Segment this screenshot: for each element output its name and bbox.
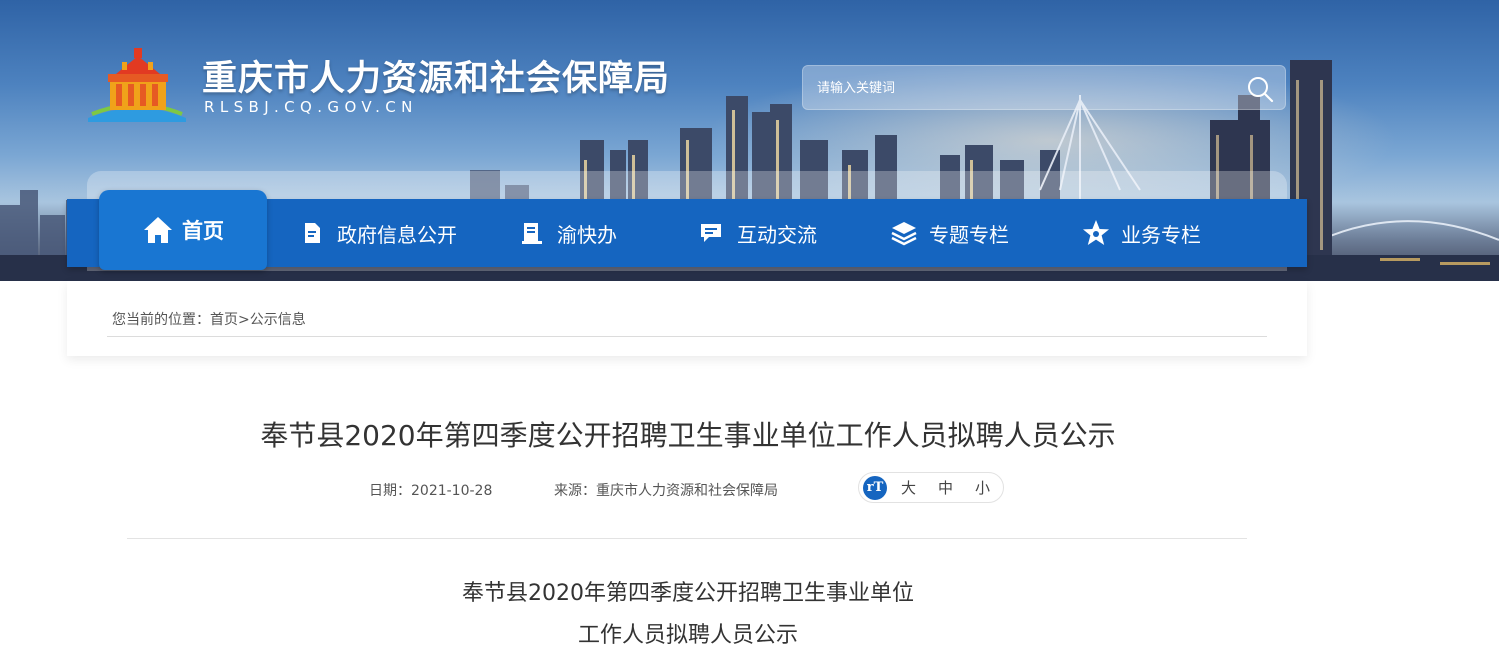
- nav-item-gov-info[interactable]: 政府信息公开: [297, 199, 457, 267]
- breadcrumb-current[interactable]: 公示信息: [250, 312, 306, 328]
- chat-icon: [697, 218, 727, 248]
- nav-item-label: 专题专栏: [929, 222, 1009, 247]
- site-domain: RLSBJ.CQ.GOV.CN: [204, 98, 418, 116]
- book-icon: [517, 218, 547, 248]
- breadcrumb-separator: >: [238, 312, 250, 328]
- date-label: 日期：: [369, 483, 411, 499]
- star-icon: [1081, 218, 1111, 248]
- body-title-line2: 工作人员拟聘人员公示: [577, 623, 798, 648]
- nav-item-label: 互动交流: [737, 222, 817, 247]
- font-size-medium[interactable]: 中: [938, 477, 953, 498]
- font-size-small[interactable]: 小: [975, 477, 990, 498]
- breadcrumb: 您当前的位置：首页>公示信息: [112, 309, 306, 329]
- font-size-switcher: rT 大 中 小: [858, 472, 1004, 503]
- layers-icon: [889, 218, 919, 248]
- article-source: 来源：重庆市人力资源和社会保障局: [554, 480, 778, 500]
- search-input[interactable]: [817, 66, 1227, 111]
- source-value: 重庆市人力资源和社会保障局: [596, 483, 778, 499]
- nav-item-label: 业务专栏: [1121, 222, 1201, 247]
- nav-item-yukuaiban[interactable]: 渝快办: [517, 199, 617, 267]
- search-icon[interactable]: [1245, 74, 1275, 104]
- breadcrumb-divider: [107, 336, 1267, 337]
- nav-item-label: 政府信息公开: [337, 222, 457, 247]
- nav-item-label: 首页: [182, 219, 224, 243]
- nav-item-label: 渝快办: [557, 222, 617, 247]
- date-value: 2021-10-28: [411, 483, 493, 499]
- document-icon: [297, 218, 327, 248]
- source-label: 来源：: [554, 483, 596, 499]
- font-size-large[interactable]: 大: [901, 477, 916, 498]
- article-title: 奉节县2020年第四季度公开招聘卫生事业单位工作人员拟聘人员公示: [260, 419, 1116, 452]
- article-date: 日期：2021-10-28: [369, 480, 492, 500]
- nav-item-special-topics[interactable]: 专题专栏: [889, 199, 1009, 267]
- site-title: 重庆市人力资源和社会保障局: [202, 59, 671, 99]
- article-divider: [127, 538, 1247, 539]
- search-box: [802, 65, 1286, 111]
- nav-item-business[interactable]: 业务专栏: [1081, 199, 1201, 267]
- home-icon: [142, 214, 174, 246]
- body-title-line1: 奉节县2020年第四季度公开招聘卫生事业单位: [462, 581, 914, 606]
- breadcrumb-home-link[interactable]: 首页: [210, 312, 238, 328]
- nav-item-home[interactable]: 首页: [99, 190, 267, 270]
- font-size-icon: rT: [863, 475, 887, 500]
- site-logo: [88, 48, 186, 122]
- breadcrumb-prefix: 您当前的位置：: [112, 312, 210, 328]
- nav-item-interaction[interactable]: 互动交流: [697, 199, 817, 267]
